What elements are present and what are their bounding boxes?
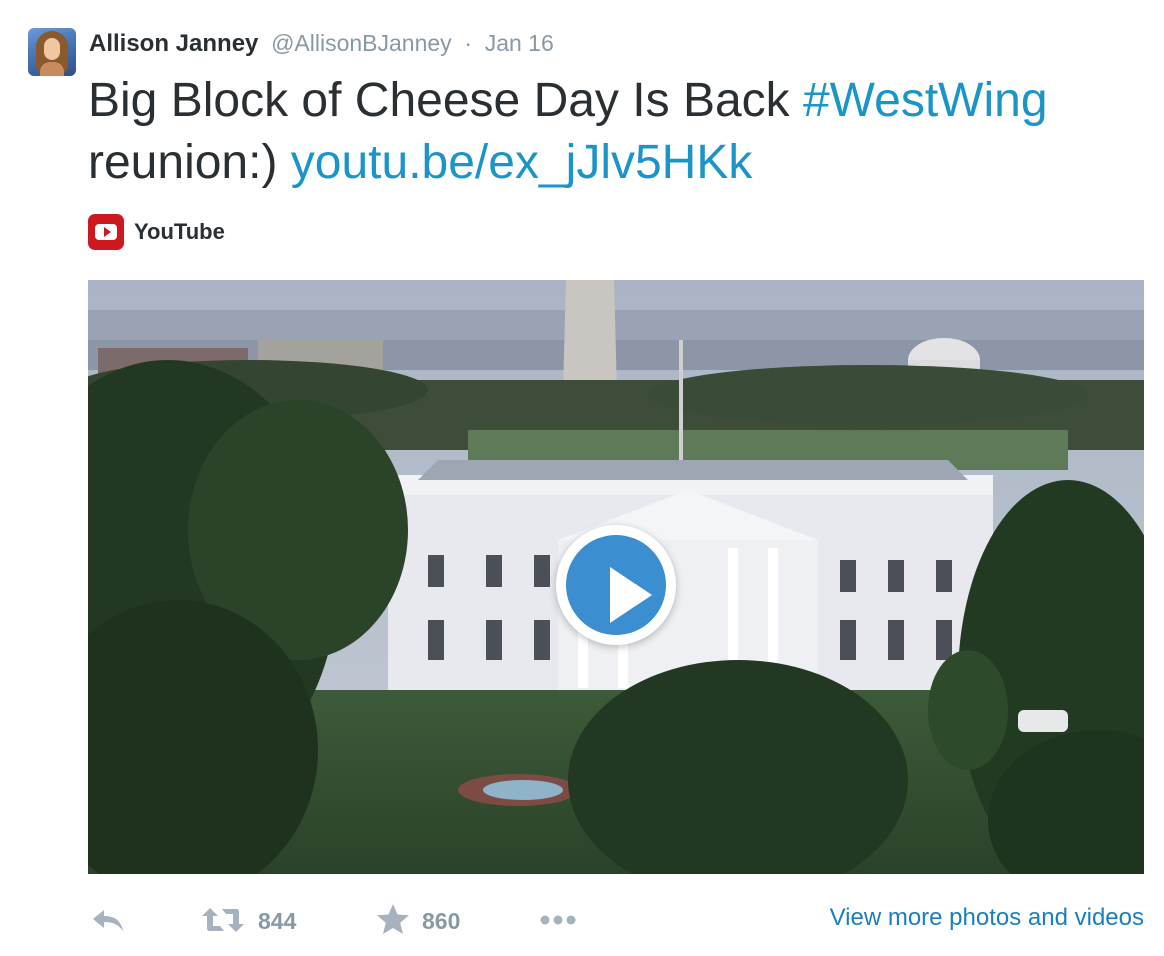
header-separator: · bbox=[464, 30, 473, 56]
author-name[interactable]: Allison Janney bbox=[89, 30, 258, 57]
star-icon bbox=[377, 904, 409, 934]
card-source-label: YouTube bbox=[134, 219, 225, 244]
more-dots-icon bbox=[540, 915, 576, 925]
url-link[interactable]: youtu.be/ex_jJlv5HKk bbox=[291, 136, 753, 189]
avatar-body bbox=[40, 62, 64, 76]
tweet-header: Allison Janney @AllisonBJanney · Jan 16 bbox=[89, 28, 554, 58]
tweet: Allison Janney @AllisonBJanney · Jan 16 … bbox=[0, 0, 1164, 956]
tweet-date[interactable]: Jan 16 bbox=[485, 30, 554, 56]
play-button-icon[interactable] bbox=[556, 525, 676, 645]
hashtag-link[interactable]: #WestWing bbox=[803, 74, 1048, 127]
reply-icon bbox=[93, 910, 123, 931]
tweet-text: Big Block of Cheese Day Is Back #WestWin… bbox=[88, 70, 1148, 194]
retweet-icon bbox=[202, 908, 244, 932]
favorite-button[interactable]: 860 bbox=[374, 898, 474, 942]
youtube-icon bbox=[88, 214, 124, 250]
reply-button[interactable] bbox=[88, 898, 128, 942]
tweet-actions: 844 860 View more photos and videos bbox=[88, 898, 1148, 942]
avatar-face bbox=[44, 38, 60, 60]
video-thumbnail[interactable] bbox=[88, 280, 1144, 874]
retweet-count: 844 bbox=[258, 908, 297, 934]
avatar[interactable] bbox=[28, 28, 76, 76]
view-more-photos-link[interactable]: View more photos and videos bbox=[830, 903, 1144, 933]
tweet-text-part-2: reunion:) bbox=[88, 136, 291, 189]
author-handle[interactable]: @AllisonBJanney bbox=[271, 30, 452, 56]
favorite-count: 860 bbox=[422, 908, 461, 934]
more-button[interactable] bbox=[538, 898, 580, 942]
tweet-text-part-1: Big Block of Cheese Day Is Back bbox=[88, 74, 803, 127]
retweet-button[interactable]: 844 bbox=[202, 898, 312, 942]
